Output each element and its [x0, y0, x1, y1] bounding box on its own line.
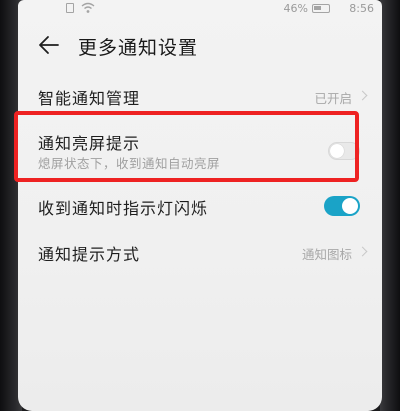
- chevron-right-icon: [357, 246, 368, 257]
- page-title: 更多通知设置: [78, 37, 199, 59]
- wifi-icon: [81, 2, 95, 13]
- setting-smart-notification-management[interactable]: 智能通知管理 已开启: [18, 78, 382, 114]
- setting-title: 智能通知管理: [38, 89, 141, 108]
- battery-icon: [312, 4, 330, 13]
- battery-percent: 46%: [283, 2, 308, 15]
- sim-icon: [66, 3, 74, 13]
- setting-title: 收到通知时指示灯闪烁: [38, 199, 209, 218]
- indicator-light-toggle[interactable]: [324, 196, 360, 216]
- red-highlight-box: [14, 111, 359, 182]
- phone-bezel-right: [380, 0, 400, 411]
- phone-screen: 46% 8:56 更多通知设置 智能通知管理 已开启 通知亮屏提示 熄屏状态下，…: [18, 0, 382, 411]
- back-arrow-icon[interactable]: [38, 34, 60, 56]
- header: 更多通知设置: [18, 28, 382, 64]
- chevron-right-icon: [357, 90, 368, 101]
- status-bar: 46% 8:56: [18, 0, 382, 20]
- clock: 8:56: [349, 2, 374, 15]
- setting-value: 通知图标: [301, 247, 352, 262]
- toggle-knob: [342, 198, 358, 214]
- setting-indicator-light-blink[interactable]: 收到通知时指示灯闪烁: [18, 188, 382, 224]
- setting-title: 通知提示方式: [38, 245, 141, 264]
- setting-value: 已开启: [314, 91, 352, 106]
- setting-notification-style[interactable]: 通知提示方式 通知图标: [18, 234, 382, 270]
